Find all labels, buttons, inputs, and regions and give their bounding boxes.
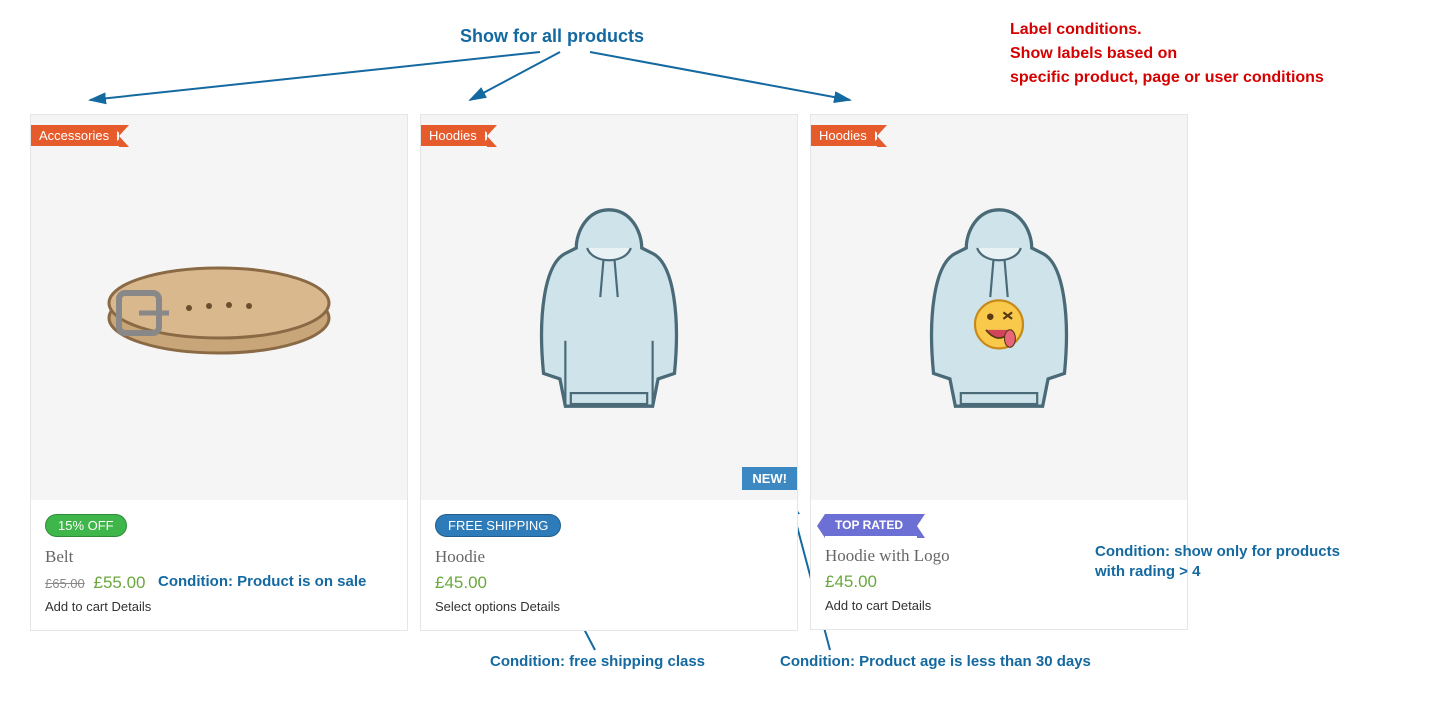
annotation-show-all: Show for all products [460,26,644,47]
price-current: £55.00 [94,573,146,592]
add-to-cart-link[interactable]: Add to cart [45,599,108,614]
product-image-belt [89,188,349,428]
price-old: £65.00 [45,576,85,591]
product-card: Accessories 15% OFF Belt £65.00 £55.00 A… [30,114,408,631]
product-price: £45.00 [435,573,783,593]
product-name[interactable]: Belt [45,547,393,567]
category-ribbon: Accessories [31,125,119,146]
product-name[interactable]: Hoodie [435,547,783,567]
product-image-area[interactable]: Hoodies [811,115,1187,500]
annotation-condition-sale: Condition: Product is on sale [158,572,366,592]
annotation-condition-age: Condition: Product age is less than 30 d… [780,652,1091,672]
details-link[interactable]: Details [112,599,152,614]
annotation-condition-rating: Condition: show only for products with r… [1095,542,1340,581]
annotation-condition-freeship: Condition: free shipping class [490,652,705,672]
price-current: £45.00 [825,572,877,591]
details-link[interactable]: Details [892,598,932,613]
category-ribbon: Hoodies [421,125,487,146]
free-shipping-badge: FREE SHIPPING [435,514,561,537]
product-image-hoodie [479,188,739,428]
add-to-cart-link[interactable]: Add to cart [825,598,888,613]
product-image-hoodie-logo [869,188,1129,428]
price-current: £45.00 [435,573,487,592]
details-link[interactable]: Details [520,599,560,614]
product-card: Hoodies NEW! FREE SHIPPING Hoodie £45.00… [420,114,798,631]
discount-badge: 15% OFF [45,514,127,537]
product-image-area[interactable]: Hoodies NEW! [421,115,797,500]
product-image-area[interactable]: Accessories [31,115,407,500]
annotation-label-conditions: Label conditions. Show labels based on s… [1010,18,1324,90]
product-info: 15% OFF Belt £65.00 £55.00 Add to cart D… [31,500,407,630]
select-options-link[interactable]: Select options [435,599,517,614]
new-badge: NEW! [742,467,797,490]
category-ribbon: Hoodies [811,125,877,146]
top-rated-badge: TOP RATED [825,514,917,536]
product-info: FREE SHIPPING Hoodie £45.00 Select optio… [421,500,797,630]
